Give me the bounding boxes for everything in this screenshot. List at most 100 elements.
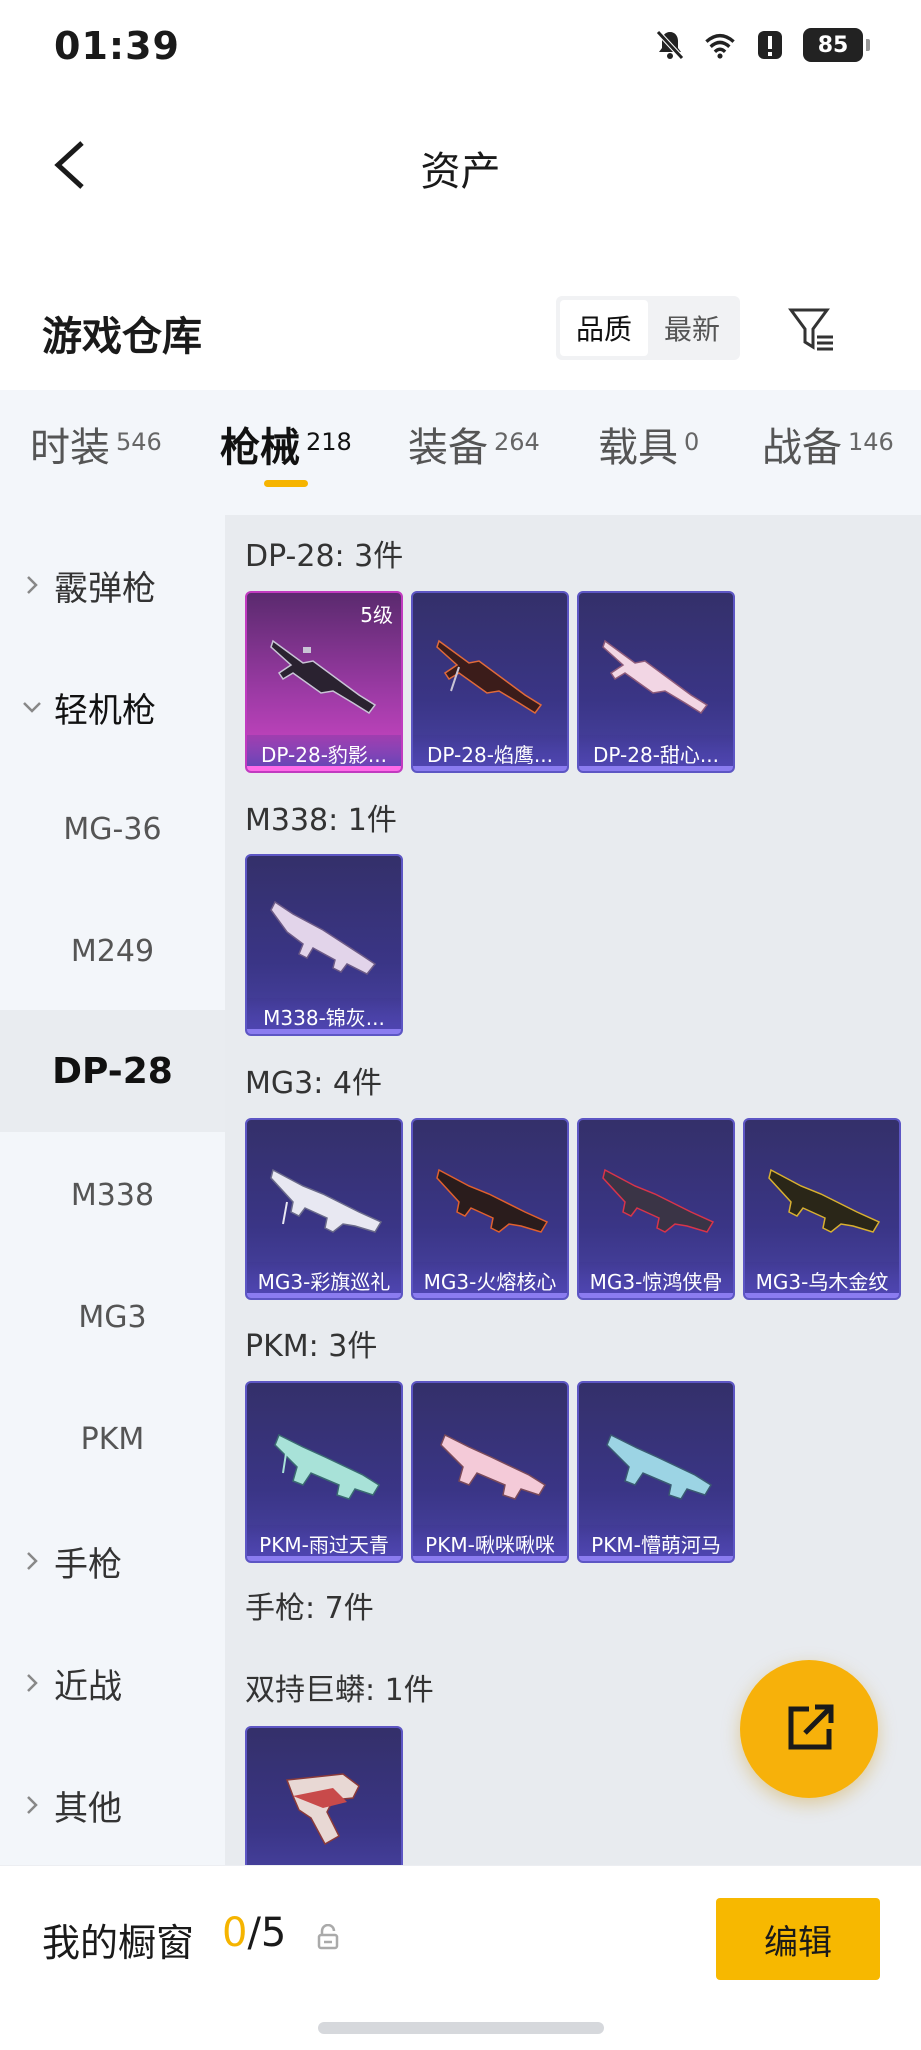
gun-image <box>440 1433 547 1500</box>
gun-image <box>768 1168 881 1233</box>
sort-by-newest[interactable]: 最新 <box>648 300 736 356</box>
sidebar-item-pistol[interactable]: 手枪 <box>0 1500 225 1622</box>
skin-card[interactable]: PKM-雨过天青 <box>245 1381 403 1563</box>
wifi-icon <box>703 28 737 62</box>
sidebar-item-mg3[interactable]: MG3 <box>0 1256 225 1378</box>
lock-icon <box>317 1924 339 1950</box>
chevron-right-icon <box>18 574 46 596</box>
sidebar-item-dp28[interactable]: DP-28 <box>0 1010 225 1132</box>
sidebar-item-other[interactable]: 其他 <box>0 1744 225 1866</box>
skin-card[interactable]: PKM-懵萌河马 <box>577 1381 735 1563</box>
skin-card[interactable]: MG3-彩旗巡礼 <box>245 1118 403 1300</box>
status-bar: 01:39 85 <box>0 0 921 95</box>
group-title-m338: M338: 1件 <box>245 803 397 838</box>
sidebar-item-label: 近战 <box>54 1666 122 1707</box>
sidebar-item-label: 轻机枪 <box>54 690 156 731</box>
tab-count: 146 <box>848 428 894 456</box>
sidebar-item-lmg[interactable]: 轻机枪 <box>0 646 225 768</box>
gun-image <box>436 639 543 715</box>
group-title-dp28: DP-28: 3件 <box>245 539 404 574</box>
sort-toggle: 品质 最新 <box>556 296 740 360</box>
showcase-count: 0/5 <box>222 1910 286 1956</box>
filter-button[interactable] <box>782 300 842 360</box>
showcase-label: 我的橱窗 <box>42 1921 195 1965</box>
tab-label: 载具 <box>598 424 678 471</box>
gun-image <box>274 1433 381 1500</box>
tab-label: 装备 <box>408 424 488 471</box>
skin-card[interactable]: DP-28-甜心... <box>577 591 735 773</box>
tab-label: 枪械 <box>220 424 300 471</box>
skin-card[interactable]: 5级 DP-28-豹影... <box>245 591 403 773</box>
gun-image <box>602 639 709 715</box>
sort-by-quality[interactable]: 品质 <box>560 300 648 356</box>
gun-image <box>436 1168 549 1233</box>
group-title-python: 双持巨蟒: 1件 <box>245 1673 434 1708</box>
mute-bell-icon <box>653 28 687 62</box>
rarity-bar <box>247 1556 401 1561</box>
sidebar-item-m249[interactable]: M249 <box>0 890 225 1012</box>
rarity-bar <box>579 1293 733 1298</box>
battery-indicator: 85 <box>803 28 870 62</box>
page-header: 资产 <box>0 95 921 235</box>
sidebar-item-melee[interactable]: 近战 <box>0 1622 225 1744</box>
showcase-bar: 我的橱窗 0/5 编辑 <box>0 1865 921 2005</box>
chevron-down-icon <box>18 700 46 714</box>
rarity-bar <box>745 1293 899 1298</box>
tab-supplies[interactable]: 战备 146 <box>762 390 894 515</box>
status-icons: 85 <box>653 28 870 62</box>
home-indicator[interactable] <box>318 2022 604 2034</box>
showcase-total: /5 <box>247 1910 287 1956</box>
rarity-bar <box>247 766 401 771</box>
showcase-current: 0 <box>222 1910 248 1956</box>
group-title-pkm: PKM: 3件 <box>245 1329 378 1364</box>
gun-image <box>270 900 377 975</box>
rarity-bar <box>413 1556 567 1561</box>
chevron-right-icon <box>18 1672 46 1694</box>
skin-card[interactable]: PKM-啾咪啾咪 <box>411 1381 569 1563</box>
level-badge: 5级 <box>360 603 393 627</box>
sidebar-item-m338[interactable]: M338 <box>0 1134 225 1256</box>
tab-count: 546 <box>116 428 162 456</box>
group-title-mg3: MG3: 4件 <box>245 1066 382 1101</box>
tab-guns[interactable]: 枪械 218 <box>220 390 352 515</box>
skin-card[interactable]: MG3-火熔核心 <box>411 1118 569 1300</box>
tab-label: 时装 <box>30 424 110 471</box>
gun-image <box>606 1433 713 1500</box>
tab-fashion[interactable]: 时装 546 <box>30 390 162 515</box>
page-title: 资产 <box>420 149 501 195</box>
tab-label: 战备 <box>762 424 842 471</box>
rarity-bar <box>247 1029 401 1034</box>
rarity-bar <box>579 1556 733 1561</box>
rarity-bar <box>579 766 733 771</box>
category-tabs: 时装 546 枪械 218 装备 264 载具 0 战备 146 <box>0 390 921 515</box>
skin-card[interactable]: MG3-惊鸿侠骨 <box>577 1118 735 1300</box>
section-title: 游戏仓库 <box>42 314 202 360</box>
group-title-pistol: 手枪: 7件 <box>245 1591 374 1626</box>
sidebar-item-mg36[interactable]: MG-36 <box>0 768 225 890</box>
skin-card[interactable]: M338-锦灰... <box>245 854 403 1036</box>
weapon-category-sidebar: 霰弹枪 轻机枪 MG-36 M249 DP-28 M338 MG3 PKM 手枪… <box>0 515 225 1865</box>
skin-card[interactable] <box>245 1726 403 1865</box>
tab-count: 0 <box>684 428 700 456</box>
chevron-right-icon <box>18 1794 46 1816</box>
sidebar-item-label: 其他 <box>54 1788 122 1829</box>
tab-equipment[interactable]: 装备 264 <box>408 390 540 515</box>
share-icon <box>788 1704 834 1750</box>
tab-vehicles[interactable]: 载具 0 <box>598 390 699 515</box>
gun-image <box>270 639 377 715</box>
sidebar-item-pkm[interactable]: PKM <box>0 1378 225 1500</box>
skin-card[interactable]: MG3-乌木金纹 <box>743 1118 901 1300</box>
alert-icon <box>753 28 787 62</box>
tab-count: 218 <box>306 428 352 456</box>
revolver-image <box>285 1773 360 1846</box>
share-button[interactable] <box>740 1660 878 1798</box>
sidebar-item-shotgun[interactable]: 霰弹枪 <box>0 524 225 646</box>
warehouse-header: 游戏仓库 品质 最新 <box>0 280 921 380</box>
skin-card[interactable]: DP-28-焰鹰... <box>411 591 569 773</box>
active-tab-indicator <box>263 480 308 487</box>
status-time: 01:39 <box>54 24 180 68</box>
sidebar-item-label: 手枪 <box>54 1544 122 1585</box>
chevron-right-icon <box>18 1550 46 1572</box>
edit-button[interactable]: 编辑 <box>716 1898 880 1980</box>
rarity-bar <box>413 766 567 771</box>
